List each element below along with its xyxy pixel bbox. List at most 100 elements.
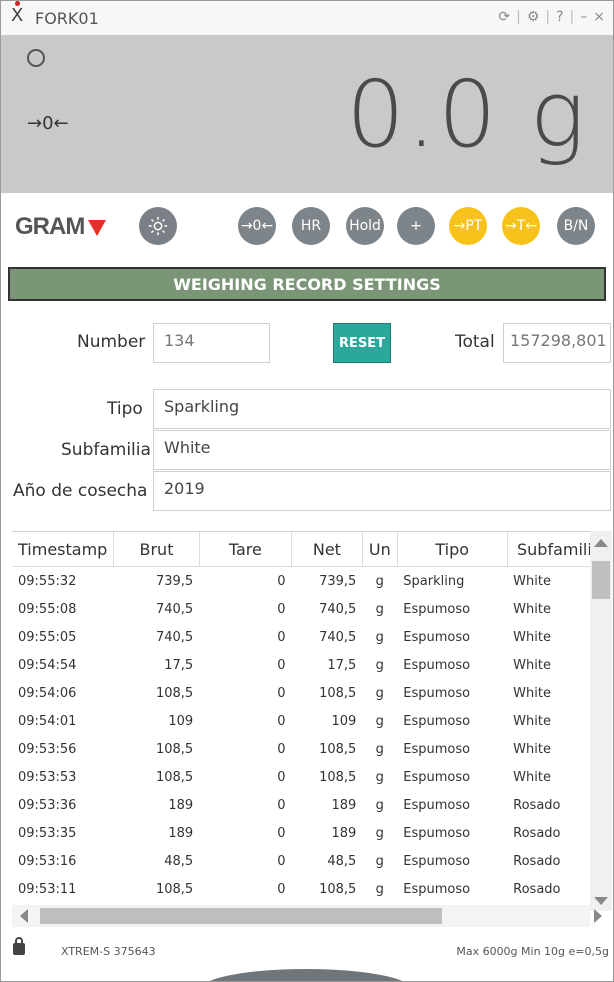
cell-unit: g (375, 769, 384, 785)
cell-tipo: Espumoso (403, 629, 471, 645)
cell-net: 48,5 (327, 853, 357, 869)
scroll-thumb[interactable] (40, 908, 442, 924)
cell-timestamp: 09:53:35 (18, 825, 77, 841)
col-tare[interactable]: Tare (199, 532, 292, 567)
cell-tare: 0 (277, 769, 286, 785)
table-row[interactable]: 09:53:35 189 0 189 g Espumoso Rosado (12, 819, 612, 847)
scroll-left-icon[interactable] (20, 909, 28, 923)
cell-unit: g (375, 853, 384, 869)
cell-tare: 0 (277, 713, 286, 729)
bottom-handle[interactable] (201, 969, 411, 981)
table-row[interactable]: 09:55:32 739,5 0 739,5 g Sparkling White (12, 567, 612, 596)
cell-tare: 0 (277, 853, 286, 869)
lock-icon[interactable] (13, 937, 25, 955)
cell-net: 108,5 (319, 741, 357, 757)
cell-unit: g (375, 657, 384, 673)
help-icon[interactable]: ? (556, 9, 563, 25)
cell-unit: g (375, 713, 384, 729)
table-row[interactable]: 09:53:36 189 0 189 g Espumoso Rosado (12, 791, 612, 819)
col-timestamp[interactable]: Timestamp (12, 532, 115, 567)
cell-timestamp: 09:55:08 (18, 601, 77, 617)
cell-unit: g (375, 685, 384, 701)
hr-button[interactable]: HR (292, 207, 330, 245)
cell-net: 189 (331, 797, 357, 813)
scroll-thumb[interactable] (592, 561, 610, 599)
subfamilia-label: Subfamilia (61, 440, 151, 460)
total-label: Total (455, 332, 495, 352)
scroll-right-icon[interactable] (594, 909, 602, 923)
table-row[interactable]: 09:54:01 109 0 109 g Espumoso White (12, 707, 612, 735)
minimize-button[interactable]: – (580, 9, 587, 25)
scroll-down-icon[interactable] (594, 897, 608, 905)
cell-brut: 108,5 (155, 769, 194, 785)
toolbar: GRAM →0← HR Hold + →PT →T← B/N (1, 201, 613, 259)
horizontal-scrollbar[interactable] (12, 905, 602, 927)
close-button[interactable]: × (593, 9, 605, 25)
tare-button[interactable]: →T← (502, 207, 540, 245)
cell-timestamp: 09:53:56 (18, 741, 77, 757)
table-header-row: Timestamp Brut Tare Net Un Tipo Subfamil… (12, 532, 613, 567)
hold-button[interactable]: Hold (346, 207, 384, 245)
vertical-scrollbar[interactable] (590, 531, 612, 911)
cell-brut: 740,5 (155, 601, 194, 617)
table-row[interactable]: 09:55:08 740,5 0 740,5 g Espumoso White (12, 595, 612, 623)
cell-unit: g (375, 601, 384, 617)
subfamilia-field[interactable]: White (153, 430, 611, 470)
cell-tare: 0 (277, 825, 286, 841)
gear-icon (148, 216, 168, 236)
cell-net: 108,5 (319, 685, 357, 701)
cell-tare: 0 (277, 685, 286, 701)
cosecha-field[interactable]: 2019 (153, 471, 611, 511)
table-row[interactable]: 09:53:53 108,5 0 108,5 g Espumoso White (12, 763, 612, 791)
col-un[interactable]: Un (362, 532, 398, 567)
cell-timestamp: 09:54:06 (18, 685, 77, 701)
table-row[interactable]: 09:54:54 17,5 0 17,5 g Espumoso White (12, 651, 612, 679)
window-controls: ⟳ | ⚙ | ? | – × (498, 9, 605, 25)
table-row[interactable]: 09:55:05 740,5 0 740,5 g Espumoso White (12, 623, 612, 651)
number-field[interactable]: 134 (153, 323, 270, 363)
cell-net: 740,5 (319, 601, 357, 617)
zero-indicator: →0← (27, 113, 69, 134)
cell-tipo: Espumoso (403, 741, 471, 757)
table-row[interactable]: 09:53:56 108,5 0 108,5 g Espumoso White (12, 735, 612, 763)
cell-brut: 108,5 (155, 741, 194, 757)
col-brut[interactable]: Brut (113, 532, 200, 567)
cell-timestamp: 09:53:53 (18, 769, 77, 785)
cell-brut: 108,5 (155, 685, 194, 701)
cell-tare: 0 (277, 601, 286, 617)
cell-tare: 0 (277, 741, 286, 757)
gear-icon[interactable]: ⚙ (527, 9, 540, 25)
preset-tare-button[interactable]: →PT (449, 207, 487, 245)
col-net[interactable]: Net (291, 532, 363, 567)
cell-tipo: Espumoso (403, 769, 471, 785)
settings-button[interactable] (139, 207, 177, 245)
app-window: X FORK01 ⟳ | ⚙ | ? | – × →0← 0.0 g GRAM … (0, 0, 614, 982)
device-info: XTREM-S 375643 (61, 945, 156, 958)
cell-brut: 739,5 (155, 573, 194, 589)
add-button[interactable]: + (397, 207, 435, 245)
cell-brut: 108,5 (155, 881, 194, 897)
separator: | (545, 9, 551, 25)
reset-button[interactable]: RESET (333, 323, 391, 363)
refresh-icon[interactable]: ⟳ (498, 9, 510, 25)
brut-net-button[interactable]: B/N (557, 207, 595, 245)
col-tipo[interactable]: Tipo (397, 532, 508, 567)
cell-brut: 109 (168, 713, 194, 729)
cell-tipo: Sparkling (403, 573, 465, 589)
separator: | (569, 9, 575, 25)
cell-net: 17,5 (327, 657, 357, 673)
tipo-field[interactable]: Sparkling (153, 389, 611, 429)
table-row[interactable]: 09:53:11 108,5 0 108,5 g Espumoso Rosado (12, 875, 612, 903)
weight-value: 0.0 g (346, 61, 587, 168)
zero-button[interactable]: →0← (238, 207, 276, 245)
table-row[interactable]: 09:54:06 108,5 0 108,5 g Espumoso White (12, 679, 612, 707)
tipo-label: Tipo (107, 399, 143, 419)
table-row[interactable]: 09:53:16 48,5 0 48,5 g Espumoso Rosado (12, 847, 612, 875)
total-field: 157298,801 (503, 323, 611, 363)
cell-net: 740,5 (319, 629, 357, 645)
cell-tare: 0 (277, 629, 286, 645)
scroll-up-icon[interactable] (594, 539, 608, 547)
cell-timestamp: 09:55:05 (18, 629, 77, 645)
cell-timestamp: 09:54:54 (18, 657, 77, 673)
separator: | (516, 9, 521, 25)
